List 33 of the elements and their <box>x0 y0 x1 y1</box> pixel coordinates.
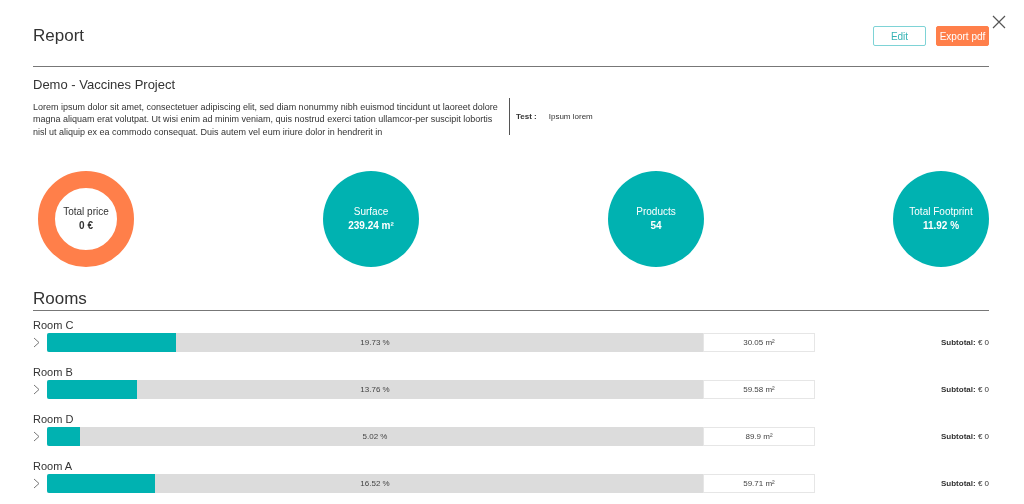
stat-value: 0 € <box>79 220 93 232</box>
project-name: Demo - Vaccines Project <box>33 77 177 92</box>
stat-label: Products <box>636 206 676 218</box>
page-title: Report <box>33 26 85 46</box>
percent-label: 13.76 % <box>360 384 390 394</box>
area-value: 59.71 m² <box>703 473 815 493</box>
stat-label: Total price <box>63 206 109 218</box>
field-label: Test : <box>516 112 537 121</box>
percent-label: 16.52 % <box>360 478 390 488</box>
room-name: Room B <box>33 365 74 378</box>
subtotal-label: Subtotal: € 0 <box>941 431 989 441</box>
percent-label: 19.73 % <box>360 337 390 347</box>
subtotal-label: Subtotal: € 0 <box>941 478 989 488</box>
stat-value: 54 <box>650 220 662 232</box>
project-description: Lorem ipsum dolor sit amet, consectetuer adipiscing elit, sed diam nonummy nibh euismod tincidunt ut laoreet dolore magna aliquam erat volutpat. Ut wisi enim ad minim veniam, quis nostrud exerci tation ullamcor-per suscipit lobortis nisl ut aliquip ex ea commodo consequat. Duis autem vel eum iriure dolor in hendrerit in <box>33 101 499 138</box>
room-name: Room A <box>33 459 74 472</box>
percent-label: 5.02 % <box>362 431 388 441</box>
stat-value: 239.24 m² <box>348 220 394 232</box>
room-name: Room C <box>33 318 75 331</box>
subtotal-label: Subtotal: € 0 <box>941 384 989 394</box>
area-value: 89.9 m² <box>703 426 815 446</box>
section-title: Rooms <box>33 288 88 309</box>
field-value: Ipsum lorem <box>548 112 593 121</box>
stat-label: Total Footprint <box>909 206 973 218</box>
close-icon[interactable] <box>992 15 1006 29</box>
area-value: 30.05 m² <box>703 332 815 352</box>
area-value: 59.58 m² <box>703 379 815 399</box>
subtotal-label: Subtotal: € 0 <box>941 337 989 347</box>
stat-label: Surface <box>353 206 389 218</box>
stat-value: 11.92 % <box>922 220 960 232</box>
edit-button[interactable]: Edit <box>873 26 926 46</box>
room-name: Room D <box>33 412 75 425</box>
export-button[interactable]: Export pdf <box>936 26 989 46</box>
